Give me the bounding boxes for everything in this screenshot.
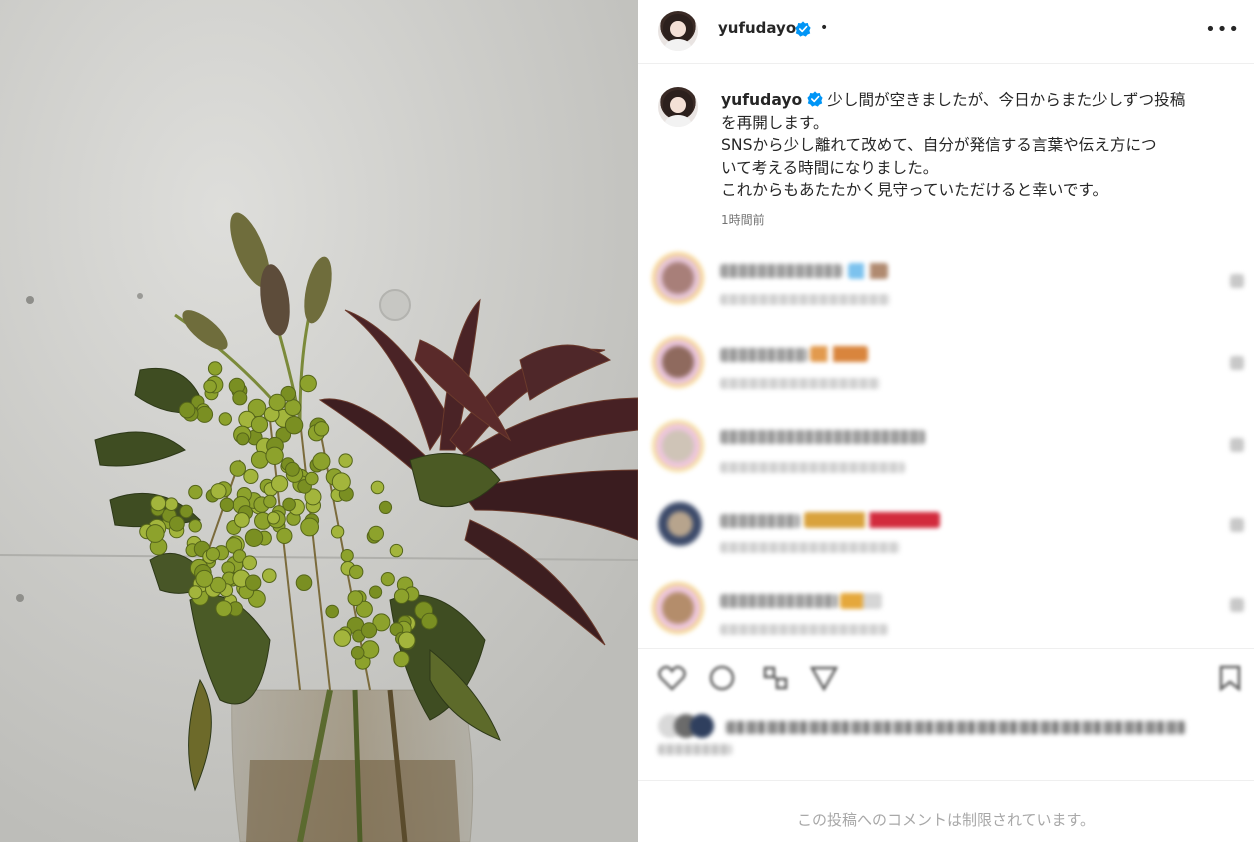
post-timestamp[interactable]: 1時間前 xyxy=(721,211,765,228)
heart-icon[interactable] xyxy=(1230,518,1244,532)
comment-avatar[interactable] xyxy=(652,420,704,472)
post-header: yufudayo • ••• xyxy=(638,0,1254,64)
comment-avatar[interactable] xyxy=(658,502,702,546)
post-caption: yufudayo 少し間が空きましたが、今日からまた少しずつ投稿 を再開します。 … xyxy=(721,89,1221,202)
comment-meta xyxy=(720,294,890,305)
comment-text xyxy=(720,348,808,362)
caption-line: 少し間が空きましたが、今日からまた少しずつ投稿 xyxy=(827,91,1186,109)
post-sidebar: yufudayo • ••• yufudayo 少し間が空きましたが、今日からまた… xyxy=(638,0,1254,842)
header-username[interactable]: yufudayo xyxy=(718,19,796,37)
likes-summary xyxy=(658,714,1218,768)
heart-icon[interactable] xyxy=(658,665,686,691)
likes-text[interactable] xyxy=(726,721,1186,734)
caption-line: いて考える時間になりました。 xyxy=(721,158,939,177)
caption-line: SNSから少し離れて改めて、自分が発信する言葉や伝え方につ xyxy=(721,136,1157,155)
comment-emoji xyxy=(848,263,888,279)
comment-meta xyxy=(720,378,880,389)
heart-icon[interactable] xyxy=(1230,438,1244,452)
comment-item xyxy=(638,420,1254,480)
comment-emoji xyxy=(804,512,940,528)
heart-icon[interactable] xyxy=(1230,274,1244,288)
comment-meta xyxy=(720,624,888,635)
caption-line: を再開します。 xyxy=(721,113,829,132)
post-date xyxy=(658,744,732,755)
bookmark-icon[interactable] xyxy=(1216,665,1244,691)
share-icon[interactable] xyxy=(762,665,790,691)
comment-emoji xyxy=(840,593,882,609)
comment-avatar[interactable] xyxy=(652,336,704,388)
comment-text xyxy=(720,514,800,528)
comment-meta xyxy=(720,462,905,473)
comment-item xyxy=(638,582,1254,642)
caption-avatar[interactable] xyxy=(658,87,698,127)
author-avatar[interactable] xyxy=(658,11,698,51)
bouquet-photo xyxy=(0,0,638,842)
header-separator: • xyxy=(820,20,829,36)
comment-item xyxy=(638,502,1254,562)
comment-avatar[interactable] xyxy=(652,252,704,304)
caption-username[interactable]: yufudayo xyxy=(721,91,802,109)
comment-text xyxy=(720,264,842,278)
post-photo xyxy=(0,0,638,842)
caption-line: これからもあたたかく見守っていただけると幸いです。 xyxy=(721,181,1109,200)
comments-restricted-notice: この投稿へのコメントは制限されています。 xyxy=(796,811,1096,829)
comment-icon[interactable] xyxy=(708,665,736,691)
comment-text xyxy=(720,430,925,444)
action-bar xyxy=(638,648,1254,718)
verified-badge-icon xyxy=(807,91,823,107)
comment-avatar[interactable] xyxy=(652,582,704,634)
verified-badge-icon xyxy=(795,21,811,37)
comment-meta xyxy=(720,542,900,553)
more-options-icon[interactable]: ••• xyxy=(1205,21,1240,39)
comment-text xyxy=(720,594,838,608)
comment-item xyxy=(638,252,1254,312)
send-icon[interactable] xyxy=(810,665,838,691)
comment-emoji xyxy=(810,346,868,362)
comment-bar: この投稿へのコメントは制限されています。 xyxy=(638,780,1254,842)
liker-avatar xyxy=(690,714,714,738)
comment-item xyxy=(638,336,1254,396)
heart-icon[interactable] xyxy=(1230,598,1244,612)
heart-icon[interactable] xyxy=(1230,356,1244,370)
